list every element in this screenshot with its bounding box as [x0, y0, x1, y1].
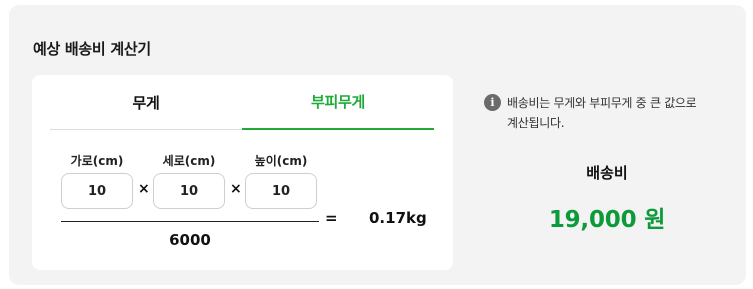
multiply-sign: ×: [138, 181, 150, 197]
depth-input[interactable]: 10: [153, 173, 225, 209]
calculator-card: 무게 부피무게 가로(cm) 세로(cm) 높이(cm) 10 × 10 × 1…: [32, 75, 453, 270]
divisor-value: 6000: [169, 231, 211, 249]
height-label: 높이(cm): [254, 154, 308, 168]
depth-label: 세로(cm): [162, 154, 216, 168]
tab-volumetric-weight[interactable]: 부피무게: [242, 75, 434, 130]
equals-sign: =: [325, 209, 338, 227]
info-text-line: 배송비는 무게와 부피무게 중 큰 값으로: [507, 96, 697, 110]
fraction-line: [61, 221, 319, 222]
info-note: i 배송비는 무게와 부피무게 중 큰 값으로 계산됩니다.: [484, 93, 744, 133]
width-input[interactable]: 10: [61, 173, 133, 209]
shipping-fee-label: 배송비: [586, 164, 628, 182]
multiply-sign: ×: [230, 181, 242, 197]
volumetric-weight-result: 0.17kg: [369, 209, 427, 227]
width-label: 가로(cm): [70, 154, 124, 168]
calculator-panel: 예상 배송비 계산기 무게 부피무게 가로(cm) 세로(cm) 높이(cm) …: [9, 5, 746, 285]
height-input[interactable]: 10: [245, 173, 317, 209]
tab-weight[interactable]: 무게: [50, 75, 242, 130]
shipping-fee-value: 19,000 원: [548, 207, 666, 233]
weight-tabs: 무게 부피무게: [50, 75, 434, 130]
info-icon: i: [484, 94, 501, 111]
calculator-title: 예상 배송비 계산기: [33, 40, 151, 58]
info-text: 배송비는 무게와 부피무게 중 큰 값으로 계산됩니다.: [507, 93, 697, 133]
info-text-line: 계산됩니다.: [507, 116, 565, 130]
